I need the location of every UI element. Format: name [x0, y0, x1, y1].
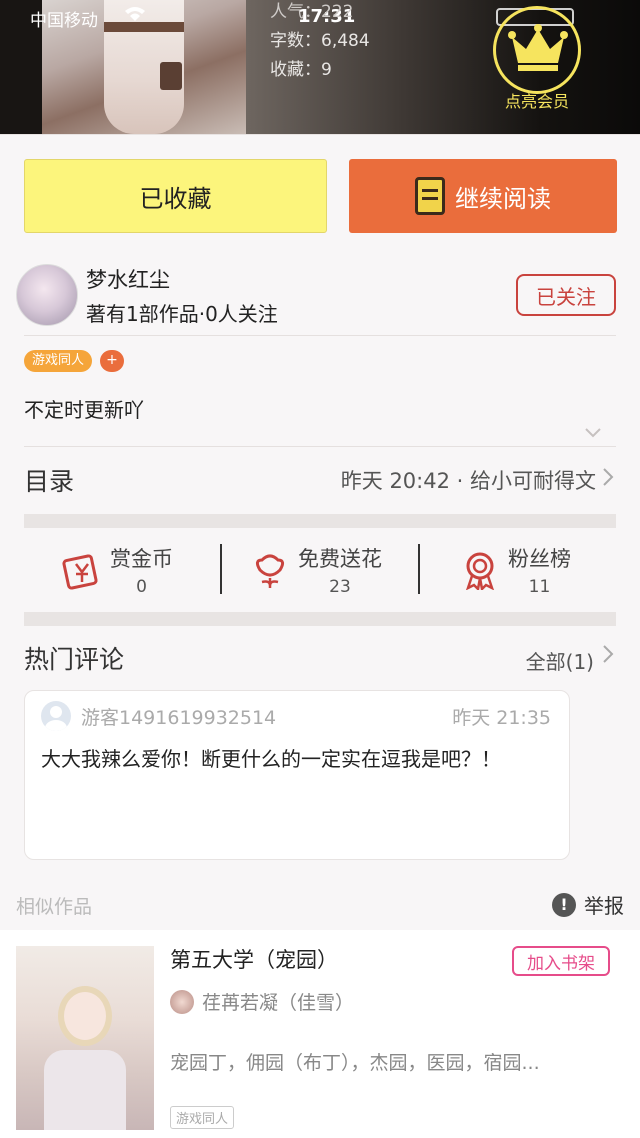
- report-label: 举报: [584, 894, 624, 918]
- flowers-count: 23: [329, 577, 351, 597]
- follow-button[interactable]: 已关注: [516, 274, 616, 316]
- similar-header: 相似作品 ! 举报: [16, 890, 624, 920]
- engagement-row: 赏金币 0 免费送花 23 粉丝榜 11: [24, 530, 616, 610]
- all-comments-link[interactable]: 全部(1): [526, 646, 594, 675]
- similar-section-label: 相似作品: [16, 896, 93, 918]
- catalog-title: 目录: [24, 467, 75, 496]
- tag-row: 游戏同人 +: [24, 350, 125, 372]
- wifi-icon: [124, 6, 146, 26]
- favorites-stat: 收藏：9: [270, 60, 332, 80]
- reward-count: 0: [136, 577, 147, 597]
- word-count-stat: 字数：6,484: [270, 31, 370, 51]
- similar-book-cover[interactable]: [16, 946, 154, 1130]
- chevron-right-icon[interactable]: [602, 644, 614, 670]
- comment-time: 昨天 21:35: [452, 707, 551, 729]
- collected-button[interactable]: 已收藏: [24, 159, 327, 233]
- reward-coins-button[interactable]: 赏金币 0: [62, 530, 173, 610]
- similar-book-title[interactable]: 第五大学（宠园）: [170, 944, 338, 974]
- send-flowers-button[interactable]: 免费送花 23: [250, 530, 382, 610]
- carrier-label: 中国移动: [30, 11, 98, 31]
- popularity-stat: 人气：222: [270, 2, 354, 22]
- similar-author-avatar: [170, 990, 194, 1014]
- latest-chapter: 昨天 20:42 · 给小可耐得文: [340, 469, 596, 493]
- book-header: 中国移动 17:31 人气：222 字数：6,484 收藏：9 点亮会员: [0, 0, 640, 134]
- cover-face: [58, 986, 112, 1046]
- fan-ranking-button[interactable]: 粉丝榜 11: [460, 530, 571, 610]
- exclamation-icon: !: [552, 892, 576, 917]
- cover-figure: [44, 1050, 126, 1130]
- continue-reading-label: 继续阅读: [455, 184, 551, 213]
- vip-label: 点亮会员: [504, 92, 569, 111]
- author-meta: 著有1部作品·0人关注: [86, 302, 278, 326]
- comments-title: 热门评论: [24, 645, 125, 674]
- continue-reading-button[interactable]: 继续阅读: [349, 159, 617, 233]
- section-separator: [24, 514, 616, 528]
- section-separator: [24, 612, 616, 626]
- chevron-down-icon[interactable]: [584, 424, 602, 443]
- comments-header: 热门评论 全部(1): [24, 636, 616, 680]
- fans-count: 11: [528, 577, 551, 597]
- add-tag-button[interactable]: +: [100, 350, 125, 372]
- red-envelope-icon: [62, 550, 102, 590]
- author-section: 梦水红尘 著有1部作品·0人关注 已关注: [0, 258, 640, 334]
- cover-bag: [160, 62, 182, 90]
- flower-icon: [250, 550, 290, 590]
- add-to-shelf-label: 加入书架: [527, 953, 595, 974]
- follow-label: 已关注: [536, 284, 596, 309]
- report-button[interactable]: ! 举报: [552, 890, 624, 919]
- reward-label: 赏金币: [110, 547, 173, 571]
- comment-card[interactable]: 游客1491619932514 昨天 21:35 大大我辣么爱你！断更什么的一定…: [24, 690, 570, 860]
- vip-button[interactable]: 点亮会员: [492, 6, 582, 118]
- user-avatar-icon: [41, 701, 71, 731]
- divider: [24, 446, 616, 447]
- book-icon: [415, 177, 445, 215]
- similar-book-author: 荏苒若凝（佳雪）: [202, 992, 355, 1014]
- action-bar: 已收藏 继续阅读: [0, 134, 640, 244]
- similar-book-card[interactable]: 第五大学（宠园） 加入书架 荏苒若凝（佳雪） 宠园丁，佣园（布丁），杰园，医园，…: [0, 930, 640, 1138]
- divider: [220, 544, 222, 594]
- book-description: 不定时更新吖: [24, 398, 144, 422]
- catalog-row[interactable]: 目录 昨天 20:42 · 给小可耐得文: [24, 448, 616, 512]
- author-avatar[interactable]: [16, 264, 78, 326]
- collected-label: 已收藏: [139, 184, 212, 213]
- author-name[interactable]: 梦水红尘: [86, 264, 170, 294]
- comment-text: 大大我辣么爱你！断更什么的一定实在逗我是吧？！: [41, 747, 501, 771]
- divider: [24, 335, 616, 336]
- divider: [418, 544, 420, 594]
- fans-label: 粉丝榜: [508, 547, 571, 571]
- similar-book-tag: 游戏同人: [170, 1106, 235, 1129]
- book-stats: 人气：222 字数：6,484 收藏：9: [270, 0, 370, 85]
- comment-user: 游客1491619932514: [81, 707, 277, 729]
- similar-book-desc: 宠园丁，佣园（布丁），杰园，医园，宿园...: [170, 1052, 540, 1074]
- add-to-shelf-button[interactable]: 加入书架: [512, 946, 610, 976]
- genre-tag[interactable]: 游戏同人: [24, 350, 93, 372]
- medal-icon: [460, 550, 500, 592]
- crown-icon: [493, 6, 581, 94]
- flowers-label: 免费送花: [298, 547, 382, 571]
- chevron-right-icon: [602, 467, 614, 493]
